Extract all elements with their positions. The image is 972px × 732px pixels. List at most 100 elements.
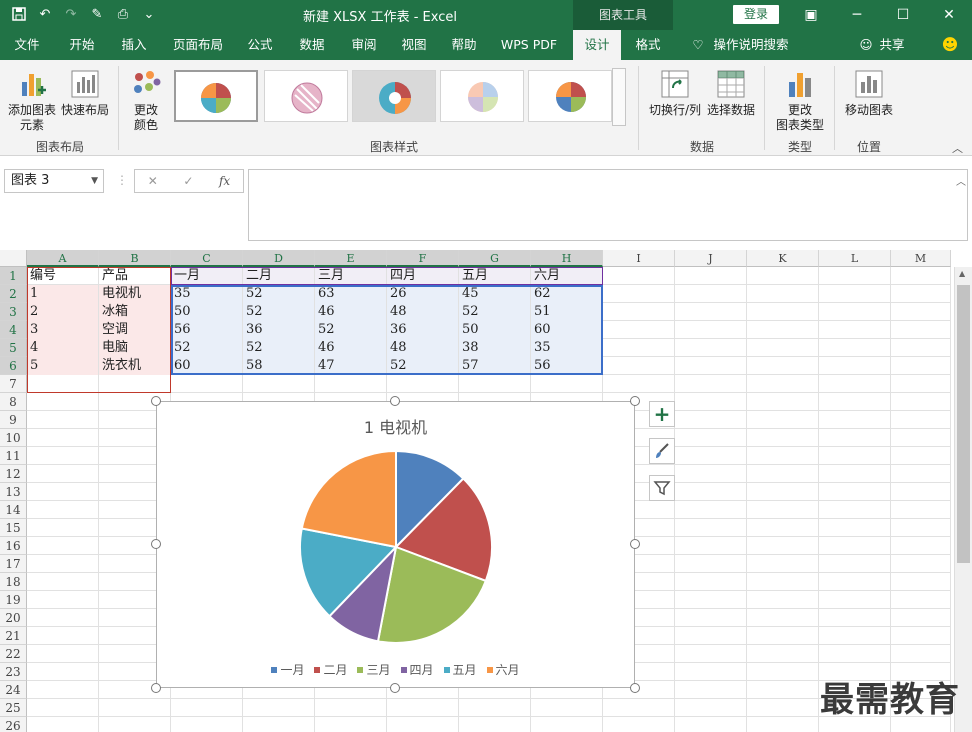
cell[interactable]: 50: [459, 321, 530, 339]
pie-plot-area[interactable]: [157, 402, 634, 687]
cell[interactable]: 4: [27, 339, 98, 357]
cell[interactable]: 产品: [99, 267, 170, 285]
tab-formulas[interactable]: 公式: [238, 30, 282, 60]
cell[interactable]: 5: [27, 357, 98, 375]
cell[interactable]: 56: [531, 357, 602, 375]
close-icon[interactable]: ✕: [926, 0, 972, 30]
chart-resize-handle[interactable]: [390, 396, 400, 406]
chart-elements-plus-icon[interactable]: +: [649, 401, 675, 427]
share-button[interactable]: 共享: [876, 30, 908, 60]
column-header[interactable]: C: [171, 250, 243, 267]
row-header[interactable]: 13: [0, 483, 27, 501]
cell[interactable]: 四月: [387, 267, 458, 285]
cell[interactable]: 52: [243, 303, 314, 321]
chart-style-4-thumbnail[interactable]: [440, 70, 524, 122]
row-header[interactable]: 15: [0, 519, 27, 537]
cell[interactable]: 46: [315, 303, 386, 321]
row-header[interactable]: 18: [0, 573, 27, 591]
chart-legend[interactable]: 一月 二月 三月 四月 五月 六月: [157, 661, 634, 678]
cell[interactable]: 52: [315, 321, 386, 339]
cell[interactable]: 46: [315, 339, 386, 357]
row-header[interactable]: 20: [0, 609, 27, 627]
cell[interactable]: 空调: [99, 321, 170, 339]
chart-style-3-thumbnail[interactable]: [352, 70, 436, 122]
row-header[interactable]: 26: [0, 717, 27, 732]
add-chart-element-button[interactable]: 添加图表 元素: [6, 68, 58, 133]
cell[interactable]: 26: [387, 285, 458, 303]
row-header[interactable]: 7: [0, 375, 27, 393]
cell[interactable]: 二月: [243, 267, 314, 285]
cell[interactable]: 三月: [315, 267, 386, 285]
cell[interactable]: 50: [171, 303, 242, 321]
maximize-icon[interactable]: ☐: [880, 0, 926, 30]
cell[interactable]: 60: [171, 357, 242, 375]
cell[interactable]: 57: [459, 357, 530, 375]
tab-file[interactable]: 文件: [6, 30, 48, 60]
legend-item[interactable]: 三月: [357, 661, 391, 678]
cell[interactable]: 35: [171, 285, 242, 303]
expand-formula-bar-icon[interactable]: ︿: [956, 173, 966, 188]
tab-data[interactable]: 数据: [290, 30, 334, 60]
tab-view[interactable]: 视图: [394, 30, 434, 60]
row-header[interactable]: 4: [0, 321, 27, 339]
chart-resize-handle[interactable]: [151, 396, 161, 406]
ribbon-display-options-icon[interactable]: ▣: [788, 0, 834, 30]
row-header[interactable]: 22: [0, 645, 27, 663]
tab-wps-pdf[interactable]: WPS PDF: [494, 30, 564, 60]
cell[interactable]: 36: [387, 321, 458, 339]
cell[interactable]: 52: [459, 303, 530, 321]
cell[interactable]: 电视机: [99, 285, 170, 303]
vertical-scroll-thumb[interactable]: [957, 285, 970, 563]
column-header[interactable]: L: [819, 250, 891, 267]
chart-resize-handle[interactable]: [630, 396, 640, 406]
cell[interactable]: 3: [27, 321, 98, 339]
scroll-up-icon[interactable]: ▲: [959, 269, 965, 278]
move-chart-button[interactable]: 移动图表: [842, 68, 896, 118]
cell[interactable]: 47: [315, 357, 386, 375]
cell[interactable]: 52: [171, 339, 242, 357]
chart-style-2-thumbnail[interactable]: [264, 70, 348, 122]
legend-item[interactable]: 六月: [486, 661, 520, 678]
row-header[interactable]: 25: [0, 699, 27, 717]
row-header[interactable]: 12: [0, 465, 27, 483]
row-header[interactable]: 5: [0, 339, 27, 357]
row-header[interactable]: 17: [0, 555, 27, 573]
row-header[interactable]: 2: [0, 285, 27, 303]
column-header[interactable]: J: [675, 250, 747, 267]
cell[interactable]: 51: [531, 303, 602, 321]
row-header[interactable]: 8: [0, 393, 27, 411]
tab-review[interactable]: 审阅: [342, 30, 386, 60]
legend-item[interactable]: 二月: [314, 661, 347, 678]
cell[interactable]: 52: [243, 339, 314, 357]
cell[interactable]: 45: [459, 285, 530, 303]
change-chart-type-button[interactable]: 更改 图表类型: [772, 68, 828, 133]
select-all-corner[interactable]: [0, 250, 27, 267]
cell[interactable]: 63: [315, 285, 386, 303]
cell[interactable]: 48: [387, 339, 458, 357]
tell-me-search[interactable]: 操作说明搜索: [710, 30, 792, 60]
column-header[interactable]: H: [531, 250, 603, 267]
chart-styles-brush-icon[interactable]: [649, 438, 675, 464]
cell[interactable]: 62: [531, 285, 602, 303]
column-header[interactable]: B: [99, 250, 171, 267]
cell[interactable]: 58: [243, 357, 314, 375]
cell[interactable]: 56: [171, 321, 242, 339]
pie-chart[interactable]: 1 电视机 一月 二月 三月 四月 五月 六月: [156, 401, 635, 688]
change-colors-button[interactable]: 更改 颜色: [124, 68, 168, 133]
column-header[interactable]: K: [747, 250, 819, 267]
cell[interactable]: 电脑: [99, 339, 170, 357]
cell[interactable]: 编号: [27, 267, 98, 285]
quick-layout-button[interactable]: 快速布局: [60, 68, 110, 118]
cell[interactable]: 一月: [171, 267, 242, 285]
cell[interactable]: 48: [387, 303, 458, 321]
tab-insert[interactable]: 插入: [110, 30, 158, 60]
row-header[interactable]: 3: [0, 303, 27, 321]
cell[interactable]: 36: [243, 321, 314, 339]
legend-item[interactable]: 五月: [443, 661, 477, 678]
chart-resize-handle[interactable]: [630, 539, 640, 549]
row-header[interactable]: 19: [0, 591, 27, 609]
tab-home[interactable]: 开始: [58, 30, 106, 60]
row-header[interactable]: 6: [0, 357, 27, 375]
name-box[interactable]: 图表 3 ▼: [4, 169, 104, 193]
cell[interactable]: 洗衣机: [99, 357, 170, 375]
